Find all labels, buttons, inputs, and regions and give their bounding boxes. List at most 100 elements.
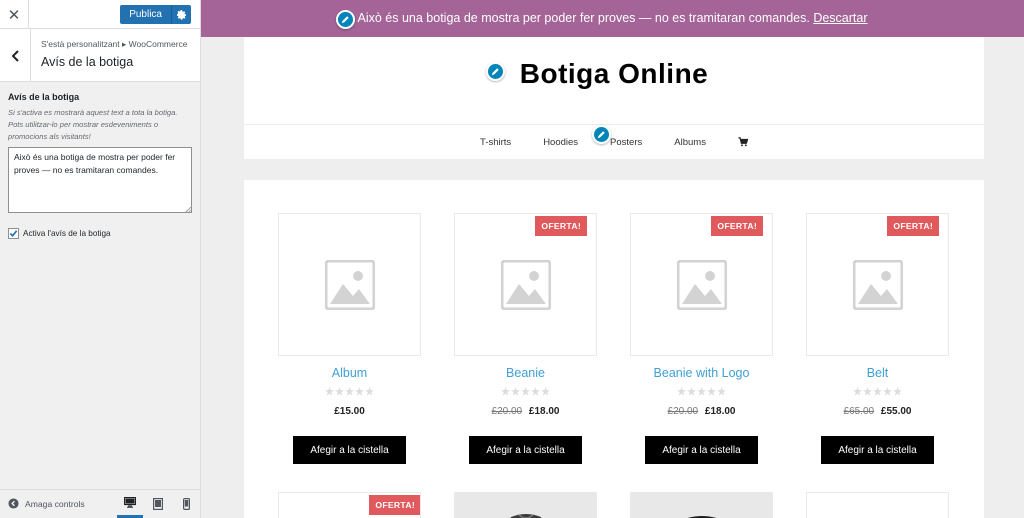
desktop-preview-button[interactable]	[117, 490, 143, 518]
product-name[interactable]: Beanie with Logo	[630, 366, 773, 382]
site-preview: Això és una botiga de mostra per poder f…	[201, 0, 1024, 518]
product-grid: Album £15.00 Afegir a la cistella OFERTA…	[244, 180, 984, 518]
product-image[interactable]: OFERTA!	[806, 213, 949, 356]
edit-site-title-shortcut[interactable]	[486, 62, 505, 81]
publish-button[interactable]: Publica	[120, 5, 171, 24]
customizer-sidebar: ✕ Publica S'està personalitzant ▸ WooCom…	[0, 0, 201, 518]
old-price: £20.00	[491, 406, 523, 417]
close-icon: ✕	[7, 6, 21, 24]
product-image[interactable]: OFERTA!	[630, 213, 773, 356]
product-image[interactable]	[454, 492, 597, 518]
product-image[interactable]	[806, 492, 949, 518]
nav-item-albums[interactable]: Albums	[674, 137, 706, 148]
empty-stars-icon	[852, 387, 902, 396]
pencil-icon	[491, 68, 499, 76]
primary-navigation: T-shirts Hoodies Posters Albums	[244, 124, 984, 159]
section-title: Avís de la botiga	[41, 55, 134, 69]
cart-icon	[738, 137, 748, 147]
breadcrumb: S'està personalitzant ▸ WooCommerce	[41, 39, 188, 49]
store-notice-banner: Això és una botiga de mostra per poder f…	[201, 0, 1024, 37]
product-image[interactable]: OFERTA!	[454, 213, 597, 356]
product-name[interactable]: Beanie	[454, 366, 597, 382]
publish-group: Publica	[120, 5, 191, 24]
sale-badge: OFERTA!	[887, 216, 939, 236]
enable-notice-checkbox[interactable]	[8, 228, 19, 239]
image-placeholder-icon	[324, 259, 375, 310]
collapse-controls-button[interactable]: Amaga controls	[8, 498, 85, 509]
current-price: £18.00	[704, 406, 736, 417]
product-card: OFERTA! Belt £65.00 £55.00 Afegir a la c…	[806, 213, 949, 464]
image-placeholder-icon	[500, 259, 551, 310]
product-image[interactable]	[278, 213, 421, 356]
collapse-arrow-icon	[8, 498, 19, 509]
field-description: Si s'activa es mostrarà aquest text a to…	[8, 108, 178, 141]
pencil-icon	[341, 16, 349, 24]
hoodie-image	[687, 516, 717, 518]
product-card: OFERTA! Beanie £20.00 £18.00 Afegir a la…	[454, 213, 597, 464]
add-to-cart-button[interactable]: Afegir a la cistella	[645, 436, 758, 464]
product-image[interactable]	[630, 492, 773, 518]
add-to-cart-button[interactable]: Afegir a la cistella	[821, 436, 934, 464]
product-card: Album £15.00 Afegir a la cistella	[278, 213, 421, 464]
nav-item-hoodies[interactable]: Hoodies	[543, 137, 578, 148]
current-price: £18.00	[528, 406, 560, 417]
product-price: £15.00	[278, 406, 421, 418]
close-customizer-button[interactable]: ✕	[0, 0, 29, 29]
pencil-icon	[597, 131, 605, 139]
nav-item-posters[interactable]: Posters	[610, 137, 642, 148]
sidebar-footer: Amaga controls	[0, 489, 200, 518]
edit-menu-shortcut[interactable]	[592, 125, 611, 144]
product-image[interactable]: OFERTA!	[278, 492, 421, 518]
back-button[interactable]	[0, 29, 31, 82]
tablet-icon	[153, 498, 163, 510]
site-title[interactable]: Botiga Online	[244, 58, 984, 90]
checkmark-icon	[9, 230, 18, 237]
image-placeholder-icon	[676, 259, 727, 310]
image-placeholder-icon	[852, 259, 903, 310]
product-price: £65.00 £55.00	[806, 406, 949, 418]
product-name[interactable]: Album	[278, 366, 421, 382]
site-header: Botiga Online T-shirts Hoodies Posters A…	[244, 37, 984, 159]
add-to-cart-button[interactable]: Afegir a la cistella	[293, 436, 406, 464]
current-price: £55.00	[880, 406, 912, 417]
star-rating	[630, 387, 773, 397]
chevron-left-icon	[11, 49, 19, 62]
store-notice-text: Això és una botiga de mostra per poder f…	[357, 11, 810, 25]
empty-stars-icon	[676, 387, 726, 396]
publish-settings-button[interactable]	[171, 5, 191, 24]
star-rating	[806, 387, 949, 397]
hoodie-image	[510, 514, 542, 518]
sidebar-header: ✕ Publica	[0, 0, 200, 29]
desktop-icon	[124, 497, 136, 508]
empty-stars-icon	[500, 387, 550, 396]
store-notice-textarea[interactable]: Això és una botiga de mostra per poder f…	[8, 147, 192, 213]
sale-badge: OFERTA!	[535, 216, 587, 236]
store-notice-dismiss-link[interactable]: Descartar	[813, 11, 867, 25]
section-header: S'està personalitzant ▸ WooCommerce Avís…	[0, 29, 200, 82]
nav-cart-link[interactable]	[738, 137, 748, 147]
mobile-icon	[182, 498, 190, 510]
product-name[interactable]: Belt	[806, 366, 949, 382]
mobile-preview-button[interactable]	[173, 490, 199, 518]
star-rating	[454, 387, 597, 397]
add-to-cart-button[interactable]: Afegir a la cistella	[469, 436, 582, 464]
collapse-controls-label: Amaga controls	[25, 498, 85, 509]
section-controls: Avís de la botiga Si s'activa es mostrar…	[0, 82, 200, 249]
store-notice-toggle: Activa l'avís de la botiga	[8, 228, 192, 239]
enable-notice-label: Activa l'avís de la botiga	[23, 229, 111, 238]
gear-icon	[176, 9, 186, 20]
resize-grip-icon[interactable]	[185, 207, 191, 213]
product-price: £20.00 £18.00	[454, 406, 597, 418]
field-label: Avís de la botiga	[8, 92, 80, 102]
tablet-preview-button[interactable]	[145, 490, 171, 518]
nav-item-tshirts[interactable]: T-shirts	[480, 137, 511, 148]
sale-badge: OFERTA!	[369, 495, 420, 515]
edit-store-notice-shortcut[interactable]	[336, 10, 355, 29]
product-card: OFERTA! Beanie with Logo £20.00 £18.00 A…	[630, 213, 773, 464]
old-price: £65.00	[843, 406, 875, 417]
sale-badge: OFERTA!	[711, 216, 763, 236]
current-price: £15.00	[334, 406, 365, 417]
old-price: £20.00	[667, 406, 699, 417]
empty-stars-icon	[324, 387, 374, 396]
product-price: £20.00 £18.00	[630, 406, 773, 418]
